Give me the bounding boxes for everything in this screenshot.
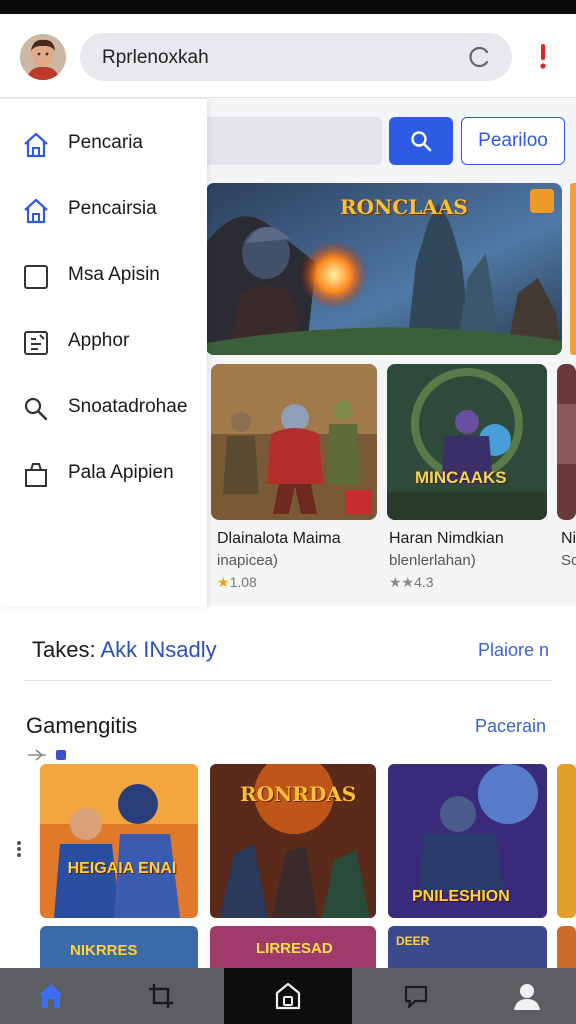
star-icon: ★ [217, 574, 230, 590]
crop-icon [149, 984, 173, 1008]
card-title: Ni [561, 530, 576, 547]
plane-icon [28, 749, 66, 761]
refresh-icon[interactable] [468, 45, 492, 69]
tile-art-title: PNILESHION [412, 888, 510, 905]
profile-icon [514, 984, 540, 1010]
card-subtitle: Sc [561, 552, 576, 569]
card-rating: ★1.08 [217, 574, 257, 590]
search-field[interactable]: Rprlenoxkah [80, 33, 512, 81]
game-card-artwork [557, 364, 576, 520]
drawer-item-search[interactable]: Snoatadrohae [0, 379, 207, 435]
game-card-2[interactable]: MINCAAKS [387, 364, 547, 520]
alert-icon[interactable] [536, 42, 550, 72]
section-title-first: Takes: Akk INsadly [32, 637, 217, 662]
status-bar [0, 0, 576, 14]
drawer-item-home-2[interactable]: Pencairsia [0, 181, 207, 237]
square-icon [24, 265, 48, 289]
card-rating: ★★4.3 [389, 574, 434, 590]
content-search-button[interactable] [389, 117, 453, 165]
game-tile[interactable]: HEIGAIA ENAI [40, 764, 198, 918]
drawer-item-label: Pala Apipien [68, 462, 174, 483]
card-subtitle: inapicea) [217, 552, 278, 569]
drawer-item-apps[interactable]: Msa Apisin [0, 247, 207, 303]
avatar-image [20, 34, 66, 80]
nav-crop[interactable] [110, 968, 210, 1024]
clipboard-icon [24, 331, 48, 355]
top-bar: Rprlenoxkah [0, 14, 576, 98]
tile-art-title: DEER [396, 934, 430, 948]
home-icon [24, 132, 48, 158]
hero-title-art: RONCLAAS [340, 195, 468, 219]
avatar[interactable] [20, 34, 66, 80]
card-subtitle: blenlerlahan) [389, 552, 476, 569]
drawer-item-label: Msa Apisin [68, 264, 160, 285]
tile-art-title: RONRDAS [240, 782, 357, 806]
drawer-item-label: Pencaria [68, 132, 143, 153]
chat-icon [404, 985, 428, 1009]
tile-art-title: LIRRESAD [256, 940, 333, 957]
game-card-artwork [387, 364, 547, 520]
nav-store[interactable] [224, 968, 352, 1024]
game-card-artwork [211, 364, 377, 520]
drawer-item-label: Snoatadrohae [68, 396, 188, 417]
search-icon [24, 397, 48, 421]
game-card-1[interactable] [211, 364, 377, 520]
hero-banner[interactable]: RONCLAAS [206, 183, 562, 355]
drawer-item-bag[interactable]: Pala Apipien [0, 445, 207, 501]
filter-button[interactable]: Peariloo [461, 117, 565, 165]
search-query: Rprlenoxkah [102, 47, 209, 68]
game-tile[interactable]: RONRDAS [210, 764, 376, 918]
game-tile[interactable]: PNILESHION [388, 764, 547, 918]
tile-artwork [557, 764, 576, 918]
section-link-second[interactable]: Pacerain [475, 716, 546, 737]
drawer-item-label: Apphor [68, 330, 130, 351]
drawer-item-label: Pencairsia [68, 198, 157, 219]
game-card-3[interactable] [557, 364, 576, 520]
hero-next-peek[interactable] [570, 183, 576, 355]
navigation-drawer: Pencaria Pencairsia Msa Apisin Apphor Sn… [0, 99, 207, 607]
tile-artwork [40, 764, 198, 918]
store-icon [275, 982, 301, 1010]
drawer-item-clipboard[interactable]: Apphor [0, 313, 207, 369]
section-link-first[interactable]: Plaiore n [478, 640, 549, 661]
search-icon [411, 131, 432, 152]
card-title: Dlainalota Maima [217, 530, 341, 547]
card-title: Haran Nimdkian [389, 530, 504, 547]
bag-icon [25, 463, 47, 487]
tile-art-title: NIKRRES [70, 942, 138, 959]
nav-profile[interactable] [476, 968, 576, 1024]
home-icon [39, 984, 63, 1008]
more-dots-icon[interactable] [16, 840, 22, 858]
hero-badge-icon [530, 189, 554, 213]
section-title-second: Gamengitis [26, 713, 138, 738]
card-art-title: MINCAAKS [415, 468, 507, 487]
drawer-item-home[interactable]: Pencaria [0, 115, 207, 171]
home-icon [24, 198, 48, 224]
nav-home[interactable] [0, 968, 100, 1024]
star-icon: ★★ [389, 574, 415, 590]
nav-chat[interactable] [365, 968, 465, 1024]
tile-art-title: HEIGAIA ENAI [67, 860, 177, 877]
section-divider [24, 680, 552, 681]
game-tile[interactable] [557, 764, 576, 918]
